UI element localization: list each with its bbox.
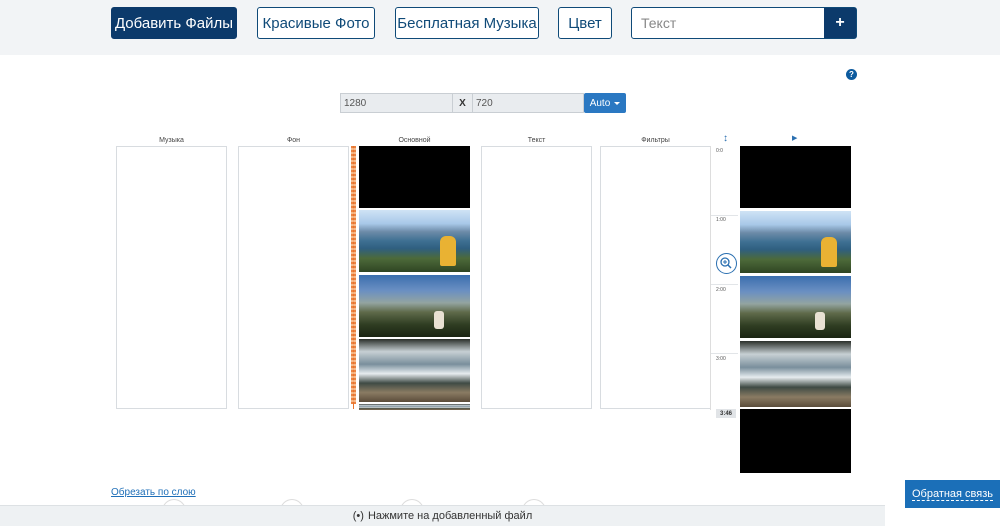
ruler-tick-line (711, 284, 738, 285)
text-track[interactable] (481, 146, 592, 409)
ruler-tick-line (711, 353, 738, 354)
feedback-button[interactable]: Обратная связь (905, 480, 1000, 508)
clip-thumbnail-creek-partial[interactable] (359, 404, 470, 410)
person-figure (821, 237, 837, 267)
person-figure (440, 236, 456, 266)
preview-frame-black[interactable] (740, 146, 851, 208)
ruler-tick-label: 0:0 (716, 148, 723, 154)
background-track[interactable] (238, 146, 349, 409)
background-column-title: Фон (286, 137, 301, 144)
time-ruler[interactable] (710, 146, 739, 410)
clip-thumbnail-black[interactable] (359, 146, 470, 208)
cut-by-layer-link[interactable]: Обрезать по слою (111, 487, 196, 498)
color-button[interactable]: Цвет (558, 7, 612, 39)
add-text-button[interactable]: + (824, 8, 856, 38)
width-input[interactable]: 1280 (340, 93, 453, 113)
clip-thumbnail-grass[interactable] (359, 275, 470, 337)
help-icon[interactable]: ? (846, 69, 857, 80)
audio-waveform[interactable] (351, 146, 356, 404)
resolution-separator: X (453, 93, 472, 113)
preview-frame-black-end[interactable] (740, 409, 851, 473)
clip-thumbnail-lake[interactable] (359, 210, 470, 272)
preview-frame-creek[interactable] (740, 341, 851, 407)
radio-signal-icon: (•) (352, 510, 364, 522)
ruler-tick-label: 2:00 (716, 287, 726, 293)
play-icon[interactable]: ▶ (792, 134, 797, 142)
free-music-button[interactable]: Бесплатная Музыка (395, 7, 539, 39)
ruler-tick-label: 1:00 (716, 217, 726, 223)
filters-track[interactable] (600, 146, 711, 409)
text-input[interactable] (632, 8, 825, 38)
ruler-tick-label: 3:00 (716, 356, 726, 362)
chevron-down-icon (614, 101, 621, 105)
hint-text: Нажмите на добавленный файл (367, 510, 533, 522)
top-toolbar: Добавить Файлы Красивые Фото Бесплатная … (0, 0, 1000, 55)
preview-frame-grass[interactable] (740, 276, 851, 338)
feedback-label: Обратная связь (911, 487, 994, 501)
music-column-title: Музыка (159, 137, 184, 144)
ruler-tick-line (711, 215, 738, 216)
filters-column-title: Фильтры (641, 137, 670, 144)
height-input[interactable]: 720 (472, 93, 584, 113)
person-figure (434, 311, 444, 329)
clip-thumbnail-creek[interactable] (359, 339, 470, 402)
resolution-preset-dropdown[interactable]: Auto (584, 93, 626, 113)
preset-label: Auto (589, 97, 611, 109)
resize-vertical-icon[interactable]: ↕ (723, 133, 728, 144)
main-column-title: Основной (398, 137, 431, 144)
zoom-in-icon[interactable] (716, 253, 737, 274)
text-search-box: + (631, 7, 857, 39)
beautiful-photos-button[interactable]: Красивые Фото (257, 7, 375, 39)
hint-bar: (•) Нажмите на добавленный файл (0, 505, 885, 526)
text-column-title: Текст (527, 137, 546, 144)
person-figure (815, 312, 825, 330)
music-track[interactable] (116, 146, 227, 409)
total-duration-label: 3:46 (716, 409, 736, 418)
add-files-button[interactable]: Добавить Файлы (111, 7, 237, 39)
preview-frame-lake[interactable] (740, 211, 851, 273)
